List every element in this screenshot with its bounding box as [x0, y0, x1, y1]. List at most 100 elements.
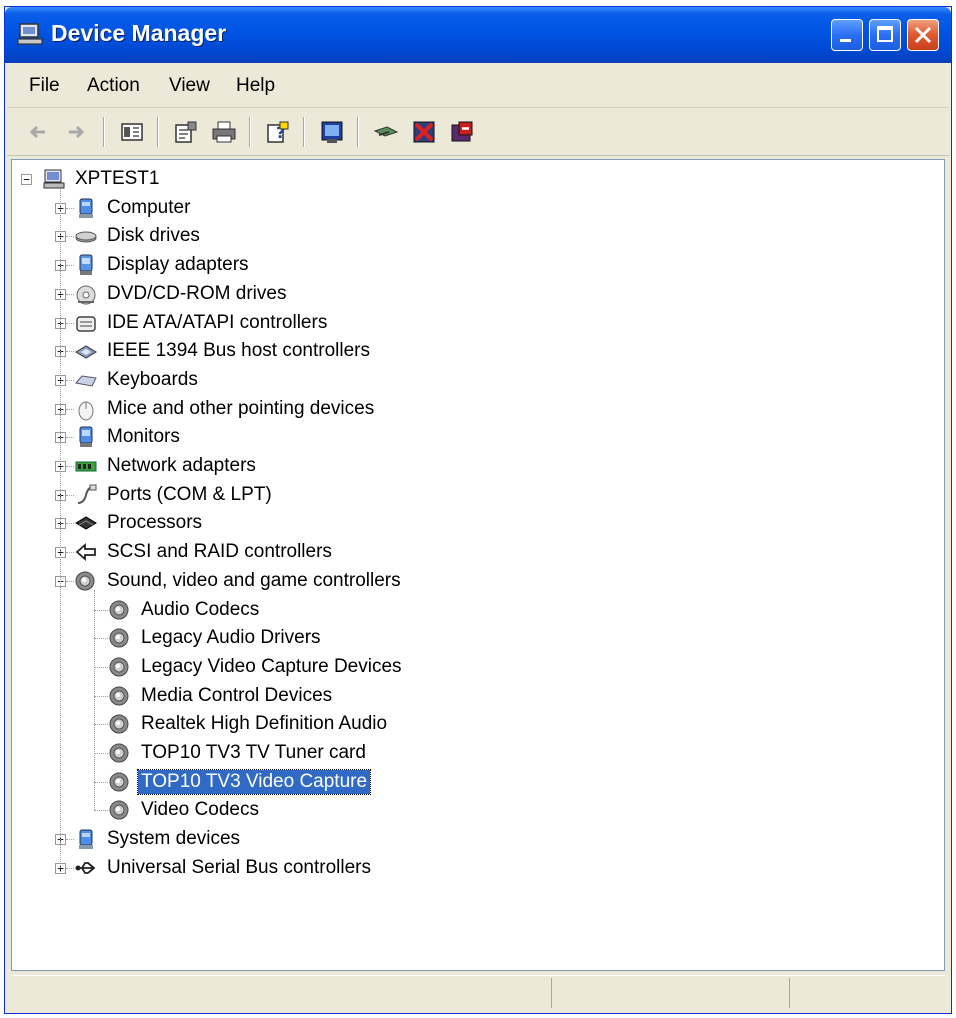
minimize-button[interactable]: [831, 19, 863, 51]
tree-connector: [66, 580, 74, 582]
display-adapter-icon: [79, 254, 93, 276]
tree-item-label: Realtek High Definition Audio: [141, 713, 388, 735]
update-driver-icon[interactable]: [373, 119, 399, 145]
tree-category-node[interactable]: Keyboards: [74, 367, 201, 393]
disable-icon[interactable]: [449, 119, 475, 145]
tree-connector: [66, 351, 74, 353]
speaker-icon: [109, 800, 129, 820]
tree-connector: [66, 379, 74, 381]
tree-category-node[interactable]: Display adapters: [74, 252, 252, 278]
speaker-icon: [109, 772, 129, 792]
maximize-button[interactable]: [869, 19, 901, 51]
tree-device-node[interactable]: Media Control Devices: [108, 683, 335, 709]
tree-connector: [66, 494, 74, 496]
tree-category-node[interactable]: Processors: [74, 510, 205, 536]
status-bar-divider: [789, 978, 790, 1008]
tree-category-node[interactable]: Computer: [74, 195, 193, 221]
root-computer-icon: [43, 169, 65, 189]
tree-category-node[interactable]: Universal Serial Bus controllers: [74, 855, 374, 881]
tree-connector: [94, 695, 108, 697]
tree-connector: [66, 867, 74, 869]
ide-controller-icon: [76, 315, 96, 332]
tree-category-node[interactable]: IDE ATA/ATAPI controllers: [74, 310, 330, 336]
speaker-icon: [109, 743, 129, 763]
tree-connector: [94, 609, 108, 611]
speaker-icon: [109, 686, 129, 706]
computer-icon: [79, 198, 93, 218]
tree-category-node[interactable]: Sound, video and game controllers: [74, 568, 404, 594]
tree-device-node-selected[interactable]: TOP10 TV3 Video Capture: [108, 768, 372, 795]
tree-item-label: Legacy Video Capture Devices: [141, 655, 402, 677]
tree-item-label: Sound, video and game controllers: [107, 569, 401, 591]
title-bar[interactable]: Device Manager: [5, 7, 951, 63]
tree-connector: [66, 236, 74, 238]
speaker-icon: [109, 628, 129, 648]
properties-icon[interactable]: [173, 119, 199, 145]
tree-connector: [66, 466, 74, 467]
tree-category-node[interactable]: Monitors: [74, 424, 183, 450]
toolbar-separator: [249, 117, 251, 147]
tree-item-label: SCSI and RAID controllers: [107, 541, 332, 563]
tree-category-node[interactable]: Ports (COM & LPT): [74, 482, 275, 508]
tree-device-node[interactable]: Video Codecs: [108, 797, 262, 823]
tree-item-label: Ports (COM & LPT): [107, 483, 272, 505]
tree-device-node[interactable]: Legacy Audio Drivers: [108, 625, 324, 651]
help-icon[interactable]: ?: [265, 119, 291, 145]
speaker-icon: [109, 600, 129, 619]
menu-file[interactable]: File: [29, 75, 60, 97]
tree-category-node[interactable]: IEEE 1394 Bus host controllers: [74, 338, 373, 364]
print-icon[interactable]: [211, 119, 237, 145]
tree-category-node[interactable]: Mice and other pointing devices: [74, 396, 377, 422]
tree-category-node[interactable]: Disk drives: [74, 223, 203, 249]
monitor-icon: [79, 426, 93, 448]
tree-device-node[interactable]: Realtek High Definition Audio: [108, 711, 390, 737]
toolbar: ?: [7, 109, 949, 156]
menu-view[interactable]: View: [169, 75, 210, 97]
window-title: Device Manager: [51, 20, 227, 46]
tree-connector: [66, 408, 74, 410]
tree-device-node[interactable]: Audio Codecs: [108, 597, 262, 623]
tree-connector: [94, 638, 108, 640]
tree-connector: [94, 724, 108, 726]
minimize-icon: [840, 39, 851, 42]
disk-drive-icon: [75, 231, 97, 243]
tree-item-label: Monitors: [107, 426, 180, 448]
tree-connector: [94, 666, 108, 668]
keyboard-icon: [75, 375, 97, 387]
uninstall-icon[interactable]: [411, 119, 437, 145]
tree-item-label: TOP10 TV3 Video Capture: [136, 768, 372, 795]
tree-category-node[interactable]: Network adapters: [74, 453, 259, 479]
tree-item-label: System devices: [107, 828, 241, 850]
tree-item-label: Processors: [107, 512, 203, 534]
tree-category-node[interactable]: DVD/CD-ROM drives: [74, 281, 289, 307]
tree-item-label: Computer: [107, 196, 191, 218]
device-manager-icon: [17, 23, 43, 45]
tree-connector: [60, 188, 61, 868]
speaker-icon: [109, 657, 129, 677]
tree-category-node[interactable]: SCSI and RAID controllers: [74, 539, 335, 565]
close-button[interactable]: [907, 19, 939, 51]
mouse-icon: [78, 401, 94, 421]
device-tree[interactable]: XPTEST1− Computer + Disk drives + Display ada…: [11, 159, 945, 971]
forward-arrow-icon[interactable]: [63, 119, 89, 145]
tree-connector: [66, 207, 74, 209]
close-icon: [914, 26, 932, 44]
tree-connector: [94, 589, 95, 811]
menu-action[interactable]: Action: [87, 75, 140, 97]
tree-item-label: DVD/CD-ROM drives: [107, 282, 287, 304]
scan-hardware-icon[interactable]: [319, 119, 345, 145]
menu-help[interactable]: Help: [236, 75, 275, 97]
tree-item-label: Legacy Audio Drivers: [141, 627, 321, 649]
tree-connector: [66, 437, 74, 439]
menu-bar: File Action View Help: [7, 65, 949, 108]
tree-item-label: Video Codecs: [141, 799, 259, 821]
collapse-toggle[interactable]: −: [21, 174, 32, 185]
tree-device-node[interactable]: TOP10 TV3 TV Tuner card: [108, 740, 369, 766]
tree-category-node[interactable]: System devices: [74, 826, 243, 852]
back-arrow-icon[interactable]: [25, 119, 51, 145]
tree-connector: [66, 265, 74, 267]
tree-item-label: IDE ATA/ATAPI controllers: [107, 311, 328, 333]
tree-device-node[interactable]: Legacy Video Capture Devices: [108, 654, 405, 680]
show-hide-console-tree-icon[interactable]: [119, 119, 145, 145]
toolbar-separator: [157, 117, 159, 147]
